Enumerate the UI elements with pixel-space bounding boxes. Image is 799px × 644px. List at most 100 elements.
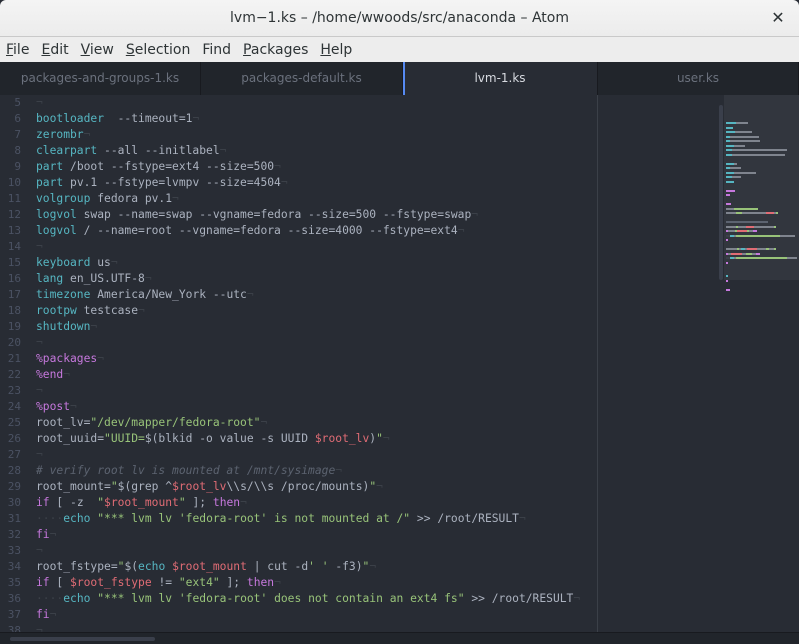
- code-token: shutdown: [36, 320, 91, 333]
- code-token: $root_fstype: [70, 576, 152, 589]
- code-line[interactable]: rootpw testcase¬: [36, 303, 580, 319]
- code-line[interactable]: ····echo "*** lvm lv 'fedora-root' does …: [36, 591, 580, 607]
- menu-file[interactable]: File: [6, 40, 29, 60]
- minimap-token: [736, 122, 748, 124]
- code-line[interactable]: root_uuid="UUID=$(blkid -o value -s UUID…: [36, 431, 580, 447]
- code-token: / --name=root --vgname=fedora --size=400…: [76, 224, 458, 237]
- code-token: ····: [36, 512, 64, 525]
- code-token: | cut -d: [246, 560, 309, 573]
- code-line[interactable]: shutdown¬: [36, 319, 580, 335]
- code-token: ": [376, 432, 383, 445]
- status-bar: [0, 632, 799, 644]
- vertical-scrollbar[interactable]: [719, 105, 723, 280]
- line-number: 28: [7, 464, 21, 477]
- code-token: \\s/\\s /proc/mounts): [226, 480, 370, 493]
- minimap-token: [726, 180, 734, 183]
- code-line[interactable]: logvol / --name=root --vgname=fedora --s…: [36, 223, 580, 239]
- code-line[interactable]: part /boot --fstype=ext4 --size=500¬: [36, 159, 580, 175]
- eol-marker: ¬: [369, 560, 377, 573]
- horizontal-scrollbar[interactable]: [10, 637, 155, 641]
- code-line[interactable]: root_lv="/dev/mapper/fedora-root"¬: [36, 415, 580, 431]
- line-number-gutter: 5 6 7 8 9 10 11 12 13 14 15 16 17 18 19 20 21 22 23 24 25 26 2…: [0, 95, 28, 632]
- code-line[interactable]: clearpart --all --initlabel¬: [36, 143, 580, 159]
- minimap-token: [726, 248, 737, 250]
- menu-help[interactable]: Help: [320, 40, 352, 60]
- code-line[interactable]: # verify root lv is mounted at /mnt/sysi…: [36, 463, 580, 479]
- code-line[interactable]: ¬: [36, 383, 580, 399]
- tab-packages-and-groups-1-ks[interactable]: packages-and-groups-1.ks: [0, 62, 201, 95]
- minimap-token: [735, 131, 752, 133]
- code-line[interactable]: ¬: [36, 239, 580, 255]
- code-line[interactable]: if [ $root_fstype != "ext4" ]; then¬: [36, 575, 580, 591]
- code-token: /boot --fstype=ext4 --size=500: [63, 160, 275, 173]
- code-line[interactable]: %post¬: [36, 399, 580, 415]
- line-number: 21: [7, 352, 21, 365]
- code-line[interactable]: %packages¬: [36, 351, 580, 367]
- code-token: testcase: [76, 304, 139, 317]
- close-icon[interactable]: ✕: [769, 8, 787, 28]
- code-token: ": [110, 480, 118, 493]
- eol-marker: ¬: [36, 336, 43, 349]
- code-line[interactable]: ¬: [36, 335, 580, 351]
- minimap-token: [726, 194, 730, 196]
- editor-pane[interactable]: 5 6 7 8 9 10 11 12 13 14 15 16 17 18 19 20 21 22 23 24 25 26 2…: [0, 95, 799, 632]
- menu-selection[interactable]: Selection: [126, 40, 191, 60]
- code-line[interactable]: ¬: [36, 623, 580, 632]
- code-line[interactable]: ¬: [36, 95, 580, 111]
- line-number: 37: [7, 608, 21, 621]
- line-number: 25: [7, 416, 21, 429]
- code-token: pv.1 --fstype=lvmpv --size=4504: [63, 176, 281, 189]
- code-line[interactable]: fi¬: [36, 607, 580, 623]
- code-token: --timeout=1: [104, 112, 193, 125]
- code-token: root_fstype=: [36, 560, 118, 573]
- minimap-token: [726, 221, 768, 223]
- line-number: 30: [7, 496, 21, 509]
- code-line[interactable]: timezone America/New_York --utc¬: [36, 287, 580, 303]
- minimap-token: [736, 257, 787, 259]
- code-token: $root_lv: [314, 432, 370, 445]
- minimap-token: [726, 203, 731, 205]
- code-token: ····: [36, 592, 64, 605]
- code-line[interactable]: ¬: [36, 447, 580, 463]
- code-line[interactable]: volgroup fedora pv.1¬: [36, 191, 580, 207]
- code-line[interactable]: keyboard us¬: [36, 255, 580, 271]
- code-token: echo: [63, 592, 91, 605]
- line-number: 16: [7, 272, 21, 285]
- eol-marker: ¬: [518, 512, 526, 525]
- menu-find[interactable]: Find: [202, 40, 231, 60]
- eol-marker: ¬: [90, 320, 98, 333]
- eol-marker: ¬: [49, 528, 57, 541]
- code-token: "UUID=: [104, 432, 145, 445]
- tab-lvm-1-ks[interactable]: lvm-1.ks: [403, 62, 598, 95]
- minimap-token: [734, 207, 758, 210]
- code-line[interactable]: root_mount="$(grep ^$root_lv\\s/\\s /pro…: [36, 479, 580, 495]
- menu-edit[interactable]: Edit: [41, 40, 68, 60]
- line-number: 31: [7, 512, 21, 525]
- code-line[interactable]: zerombr¬: [36, 127, 580, 143]
- code-line[interactable]: logvol swap --name=swap --vgname=fedora …: [36, 207, 580, 223]
- menu-view[interactable]: View: [81, 40, 114, 60]
- code-token: ];: [219, 576, 247, 589]
- code-line[interactable]: fi¬: [36, 527, 580, 543]
- code-token: $root_mount: [104, 496, 179, 509]
- code-line[interactable]: root_fstype="$(echo $root_mount | cut -d…: [36, 559, 580, 575]
- minimap-token: [753, 230, 757, 232]
- menu-packages[interactable]: Packages: [243, 40, 308, 60]
- minimap[interactable]: [724, 95, 799, 632]
- tab-packages-default-ks[interactable]: packages-default.ks: [201, 62, 403, 95]
- code-line[interactable]: if [ -z "$root_mount" ]; then¬: [36, 495, 580, 511]
- line-number: 26: [7, 432, 21, 445]
- code-line[interactable]: ¬: [36, 543, 580, 559]
- code-line[interactable]: part pv.1 --fstype=lvmpv --size=4504¬: [36, 175, 580, 191]
- code-line[interactable]: bootloader --timeout=1¬: [36, 111, 580, 127]
- tab-user-ks[interactable]: user.ks: [598, 62, 799, 95]
- code-line[interactable]: lang en_US.UTF-8¬: [36, 271, 580, 287]
- code-area[interactable]: ¬ bootloader --timeout=1¬ zerombr¬ clearpar…: [36, 95, 580, 632]
- minimap-token: [774, 225, 776, 228]
- minimap-token: [730, 167, 741, 169]
- code-line[interactable]: %end¬: [36, 367, 580, 383]
- code-token: -f3): [328, 560, 363, 573]
- minimap-token: [726, 288, 730, 291]
- code-line[interactable]: ····echo "*** lvm lv 'fedora-root' is no…: [36, 511, 580, 527]
- code-token: $(blkid -o value -s UUID: [144, 432, 315, 445]
